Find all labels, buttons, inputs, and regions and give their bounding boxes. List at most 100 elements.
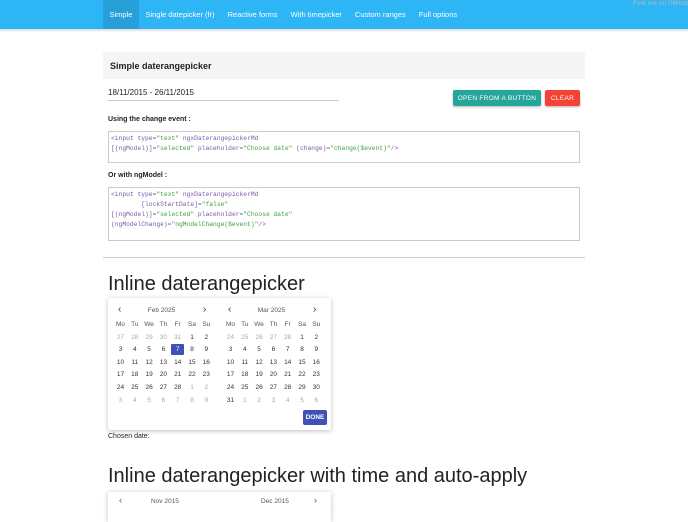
day-cell[interactable]: 19: [253, 369, 266, 380]
day-cell[interactable]: 6: [267, 344, 280, 355]
day-cell[interactable]: 6: [157, 344, 170, 355]
day-cell[interactable]: 12: [253, 357, 266, 368]
day-cell[interactable]: 9: [200, 395, 213, 406]
day-cell[interactable]: 1: [186, 382, 199, 393]
day-cell[interactable]: 22: [296, 369, 309, 380]
nav-tab-simple[interactable]: Simple: [103, 0, 139, 29]
day-cell[interactable]: 5: [296, 395, 309, 406]
day-cell[interactable]: 24: [224, 332, 237, 343]
day-cell[interactable]: 18: [128, 369, 141, 380]
day-cell[interactable]: 6: [310, 395, 323, 406]
day-cell[interactable]: 17: [114, 369, 127, 380]
day-cell[interactable]: 4: [281, 395, 294, 406]
day-cell[interactable]: 16: [310, 357, 323, 368]
day-cell[interactable]: 22: [186, 369, 199, 380]
clear-button[interactable]: CLEAR: [545, 90, 580, 106]
day-cell[interactable]: 26: [143, 382, 156, 393]
day-cell[interactable]: 26: [253, 382, 266, 393]
day-cell[interactable]: 3: [267, 395, 280, 406]
day-cell[interactable]: 9: [200, 344, 213, 355]
nav-tab-custom-ranges[interactable]: Custom ranges: [348, 0, 412, 29]
day-cell[interactable]: 9: [310, 344, 323, 355]
day-cell[interactable]: 7: [171, 344, 185, 356]
day-cell[interactable]: 27: [267, 382, 280, 393]
nav-tab-with-timepicker[interactable]: With timepicker: [284, 0, 348, 29]
day-cell[interactable]: 1: [186, 332, 199, 343]
day-cell[interactable]: 6: [157, 395, 170, 406]
day-cell[interactable]: 5: [253, 344, 266, 355]
day-cell[interactable]: 3: [114, 344, 127, 355]
day-cell[interactable]: 2: [310, 332, 323, 343]
day-cell[interactable]: 20: [157, 369, 170, 380]
day-cell[interactable]: 28: [171, 382, 184, 393]
day-cell[interactable]: 8: [186, 344, 199, 355]
day-cell[interactable]: 19: [143, 369, 156, 380]
day-cell[interactable]: 2: [253, 395, 266, 406]
day-cell[interactable]: 3: [224, 344, 237, 355]
day-cell[interactable]: 5: [143, 395, 156, 406]
next-month-icon[interactable]: ›: [313, 304, 316, 315]
day-cell[interactable]: 1: [296, 332, 309, 343]
day-cell[interactable]: 10: [114, 357, 127, 368]
next-month-icon[interactable]: ›: [203, 304, 206, 315]
day-cell[interactable]: 13: [267, 357, 280, 368]
day-cell[interactable]: 25: [238, 382, 251, 393]
day-cell[interactable]: 23: [200, 369, 213, 380]
day-cell[interactable]: 20: [267, 369, 280, 380]
day-cell[interactable]: 11: [128, 357, 141, 368]
day-cell[interactable]: 21: [171, 369, 184, 380]
day-cell[interactable]: 14: [281, 357, 294, 368]
day-cell[interactable]: 18: [238, 369, 251, 380]
day-cell[interactable]: 31: [224, 395, 237, 406]
day-cell[interactable]: 29: [296, 382, 309, 393]
date-range-input[interactable]: [108, 85, 339, 101]
github-ribbon[interactable]: Fork me on GitHub: [633, 0, 688, 7]
day-cell[interactable]: 28: [281, 382, 294, 393]
day-cell[interactable]: 27: [157, 382, 170, 393]
prev-month-icon[interactable]: ‹: [119, 495, 122, 505]
day-cell[interactable]: 11: [238, 357, 251, 368]
day-cell[interactable]: 16: [200, 357, 213, 368]
next-month-icon[interactable]: ›: [314, 495, 317, 505]
day-cell[interactable]: 25: [238, 332, 251, 343]
day-cell[interactable]: 10: [224, 357, 237, 368]
day-cell[interactable]: 29: [143, 332, 156, 343]
day-cell[interactable]: 4: [128, 344, 141, 355]
day-cell[interactable]: 8: [186, 395, 199, 406]
day-cell[interactable]: 7: [171, 395, 184, 406]
day-cell[interactable]: 30: [310, 382, 323, 393]
code-token: />: [258, 221, 266, 228]
nav-tab-full-options[interactable]: Full options: [412, 0, 463, 29]
day-cell[interactable]: 28: [281, 332, 294, 343]
day-cell[interactable]: 21: [281, 369, 294, 380]
day-cell[interactable]: 12: [143, 357, 156, 368]
nav-tab-reactive-forms[interactable]: Reactive forms: [221, 0, 284, 29]
open-from-button[interactable]: OPEN FROM A BUTTON: [453, 90, 541, 106]
day-cell[interactable]: 2: [200, 332, 213, 343]
day-cell[interactable]: 24: [224, 382, 237, 393]
day-cell[interactable]: 7: [281, 344, 294, 355]
day-cell[interactable]: 30: [157, 332, 170, 343]
day-cell[interactable]: 26: [253, 332, 266, 343]
day-cell[interactable]: 4: [238, 344, 251, 355]
day-cell[interactable]: 5: [143, 344, 156, 355]
day-cell[interactable]: 2: [200, 382, 213, 393]
day-cell[interactable]: 4: [128, 395, 141, 406]
day-cell[interactable]: 23: [310, 369, 323, 380]
day-cell[interactable]: 1: [238, 395, 251, 406]
day-cell[interactable]: 31: [171, 332, 184, 343]
nav-tab-single-datepicker-fr[interactable]: Single datepicker (fr): [139, 0, 221, 29]
day-cell[interactable]: 14: [171, 357, 184, 368]
day-cell[interactable]: 15: [296, 357, 309, 368]
done-button[interactable]: DONE: [303, 410, 327, 425]
day-cell[interactable]: 13: [157, 357, 170, 368]
day-cell[interactable]: 27: [114, 332, 127, 343]
day-cell[interactable]: 27: [267, 332, 280, 343]
day-cell[interactable]: 25: [128, 382, 141, 393]
day-cell[interactable]: 28: [128, 332, 141, 343]
day-cell[interactable]: 15: [186, 357, 199, 368]
day-cell[interactable]: 8: [296, 344, 309, 355]
day-cell[interactable]: 24: [114, 382, 127, 393]
day-cell[interactable]: 17: [224, 369, 237, 380]
day-cell[interactable]: 3: [114, 395, 127, 406]
